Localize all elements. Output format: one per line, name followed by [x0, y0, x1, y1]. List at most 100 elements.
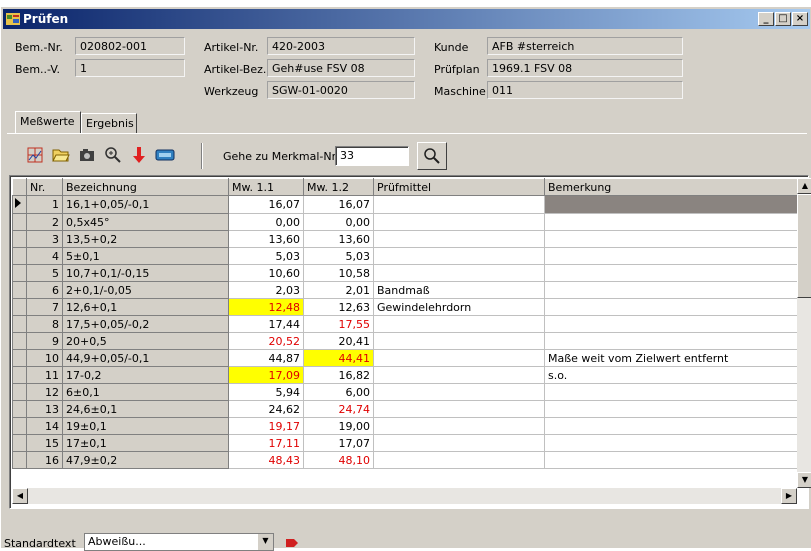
cell-mw11[interactable]: 20,52	[228, 332, 304, 350]
cell-mw12[interactable]: 17,55	[303, 315, 374, 333]
table-row[interactable]: 5 10,7+0,1/-0,15 10,60 10,58	[12, 264, 798, 282]
down-arrow-icon[interactable]	[127, 143, 151, 167]
cell-mw12[interactable]: 0,00	[303, 213, 374, 231]
cell-bemerkung[interactable]	[544, 213, 798, 231]
cell-mw11[interactable]: 2,03	[228, 281, 304, 299]
table-row[interactable]: 2 0,5x45° 0,00 0,00	[12, 213, 798, 231]
table-row[interactable]: 7 12,6+0,1 12,48 12,63 Gewindelehrdorn	[12, 298, 798, 316]
col-header-pruefmittel[interactable]: Prüfmittel	[373, 178, 545, 196]
cell-mw12[interactable]: 16,07	[303, 195, 374, 214]
table-row[interactable]: 3 13,5+0,2 13,60 13,60	[12, 230, 798, 248]
cell-pruefmittel[interactable]	[373, 400, 545, 418]
cell-mw12[interactable]: 19,00	[303, 417, 374, 435]
col-header-bemerkung[interactable]: Bemerkung	[544, 178, 798, 196]
scroll-right-icon[interactable]: ▶	[781, 488, 797, 504]
table-row[interactable]: 9 20+0,5 20,52 20,41	[12, 332, 798, 350]
maximize-button[interactable]: □	[775, 12, 791, 26]
cell-mw11[interactable]: 48,43	[228, 451, 304, 469]
cell-pruefmittel[interactable]	[373, 349, 545, 367]
vertical-scrollbar[interactable]: ▲ ▼	[797, 178, 811, 488]
cell-mw12[interactable]: 48,10	[303, 451, 374, 469]
cell-bemerkung[interactable]: s.o.	[544, 366, 798, 384]
tab-ergebnis[interactable]: Ergebnis	[81, 113, 137, 133]
table-row[interactable]: 15 17±0,1 17,11 17,07	[12, 434, 798, 452]
cell-mw11[interactable]: 13,60	[228, 230, 304, 248]
cell-mw12[interactable]: 5,03	[303, 247, 374, 265]
cell-mw11[interactable]: 5,03	[228, 247, 304, 265]
cell-pruefmittel[interactable]	[373, 332, 545, 350]
col-header-mw12[interactable]: Mw. 1.2	[303, 178, 374, 196]
col-header-mw11[interactable]: Mw. 1.1	[228, 178, 304, 196]
cell-mw12[interactable]: 24,74	[303, 400, 374, 418]
close-button[interactable]: ×	[792, 12, 808, 26]
cell-pruefmittel[interactable]	[373, 264, 545, 282]
table-row[interactable]: 4 5±0,1 5,03 5,03	[12, 247, 798, 265]
cell-bemerkung[interactable]	[544, 230, 798, 248]
cell-pruefmittel[interactable]	[373, 230, 545, 248]
cell-bemerkung[interactable]	[544, 451, 798, 469]
col-header-nr[interactable]: Nr.	[26, 178, 63, 196]
cell-mw11[interactable]: 12,48	[228, 298, 304, 316]
cell-bemerkung[interactable]	[544, 400, 798, 418]
minimize-button[interactable]: _	[758, 12, 774, 26]
cell-mw11[interactable]: 44,87	[228, 349, 304, 367]
cell-pruefmittel[interactable]	[373, 451, 545, 469]
table-row[interactable]: 14 19±0,1 19,17 19,00	[12, 417, 798, 435]
table-row[interactable]: 1 16,1+0,05/-0,1 16,07 16,07	[12, 195, 798, 214]
cell-mw12[interactable]: 20,41	[303, 332, 374, 350]
cell-bemerkung[interactable]	[544, 264, 798, 282]
scroll-left-icon[interactable]: ◀	[12, 488, 28, 504]
cell-mw12[interactable]: 6,00	[303, 383, 374, 401]
cell-bemerkung[interactable]	[544, 417, 798, 435]
goto-merkmal-input[interactable]: 33	[335, 146, 409, 166]
table-row[interactable]: 11 17-0,2 17,09 16,82 s.o.	[12, 366, 798, 384]
cell-pruefmittel[interactable]	[373, 247, 545, 265]
cell-mw11[interactable]: 5,94	[228, 383, 304, 401]
cell-pruefmittel[interactable]	[373, 383, 545, 401]
apply-icon[interactable]	[284, 533, 300, 549]
cell-pruefmittel[interactable]	[373, 315, 545, 333]
cell-pruefmittel[interactable]	[373, 195, 545, 214]
cell-mw11[interactable]: 0,00	[228, 213, 304, 231]
scroll-thumb[interactable]	[797, 194, 811, 298]
scroll-up-icon[interactable]: ▲	[797, 178, 811, 194]
cell-mw12[interactable]: 44,41	[303, 349, 374, 367]
standardtext-combo[interactable]: Abweißu... ▼	[84, 533, 274, 551]
cell-mw11[interactable]: 10,60	[228, 264, 304, 282]
cell-pruefmittel[interactable]: Bandmaß	[373, 281, 545, 299]
cell-mw12[interactable]: 10,58	[303, 264, 374, 282]
cell-bemerkung[interactable]	[544, 315, 798, 333]
cell-bemerkung[interactable]	[544, 281, 798, 299]
cell-pruefmittel[interactable]	[373, 417, 545, 435]
cell-pruefmittel[interactable]: Gewindelehrdorn	[373, 298, 545, 316]
cell-bemerkung[interactable]	[544, 434, 798, 452]
cell-pruefmittel[interactable]	[373, 213, 545, 231]
tab-messwerte[interactable]: Meßwerte	[15, 111, 81, 133]
chart-icon[interactable]	[23, 143, 47, 167]
cell-bemerkung[interactable]	[544, 247, 798, 265]
cell-mw12[interactable]: 2,01	[303, 281, 374, 299]
cell-mw11[interactable]: 17,09	[228, 366, 304, 384]
cell-bemerkung[interactable]	[544, 332, 798, 350]
cell-mw11[interactable]: 17,11	[228, 434, 304, 452]
search-button[interactable]	[417, 142, 447, 170]
cell-mw12[interactable]: 16,82	[303, 366, 374, 384]
cell-bemerkung[interactable]	[544, 195, 798, 214]
cell-pruefmittel[interactable]	[373, 434, 545, 452]
cell-mw12[interactable]: 12,63	[303, 298, 374, 316]
cell-mw11[interactable]: 16,07	[228, 195, 304, 214]
horizontal-scrollbar[interactable]: ◀ ▶	[12, 488, 797, 504]
cell-mw11[interactable]: 17,44	[228, 315, 304, 333]
cell-mw11[interactable]: 24,62	[228, 400, 304, 418]
cell-bemerkung[interactable]	[544, 383, 798, 401]
zoom-icon[interactable]	[101, 143, 125, 167]
table-row[interactable]: 10 44,9+0,05/-0,1 44,87 44,41 Maße weit …	[12, 349, 798, 367]
cell-bemerkung[interactable]: Maße weit vom Zielwert entfernt	[544, 349, 798, 367]
table-row[interactable]: 13 24,6±0,1 24,62 24,74	[12, 400, 798, 418]
col-header-bezeichnung[interactable]: Bezeichnung	[62, 178, 229, 196]
cell-pruefmittel[interactable]	[373, 366, 545, 384]
cell-mw11[interactable]: 19,17	[228, 417, 304, 435]
table-row[interactable]: 16 47,9±0,2 48,43 48,10	[12, 451, 798, 469]
table-row[interactable]: 12 6±0,1 5,94 6,00	[12, 383, 798, 401]
table-row[interactable]: 6 2+0,1/-0,05 2,03 2,01 Bandmaß	[12, 281, 798, 299]
